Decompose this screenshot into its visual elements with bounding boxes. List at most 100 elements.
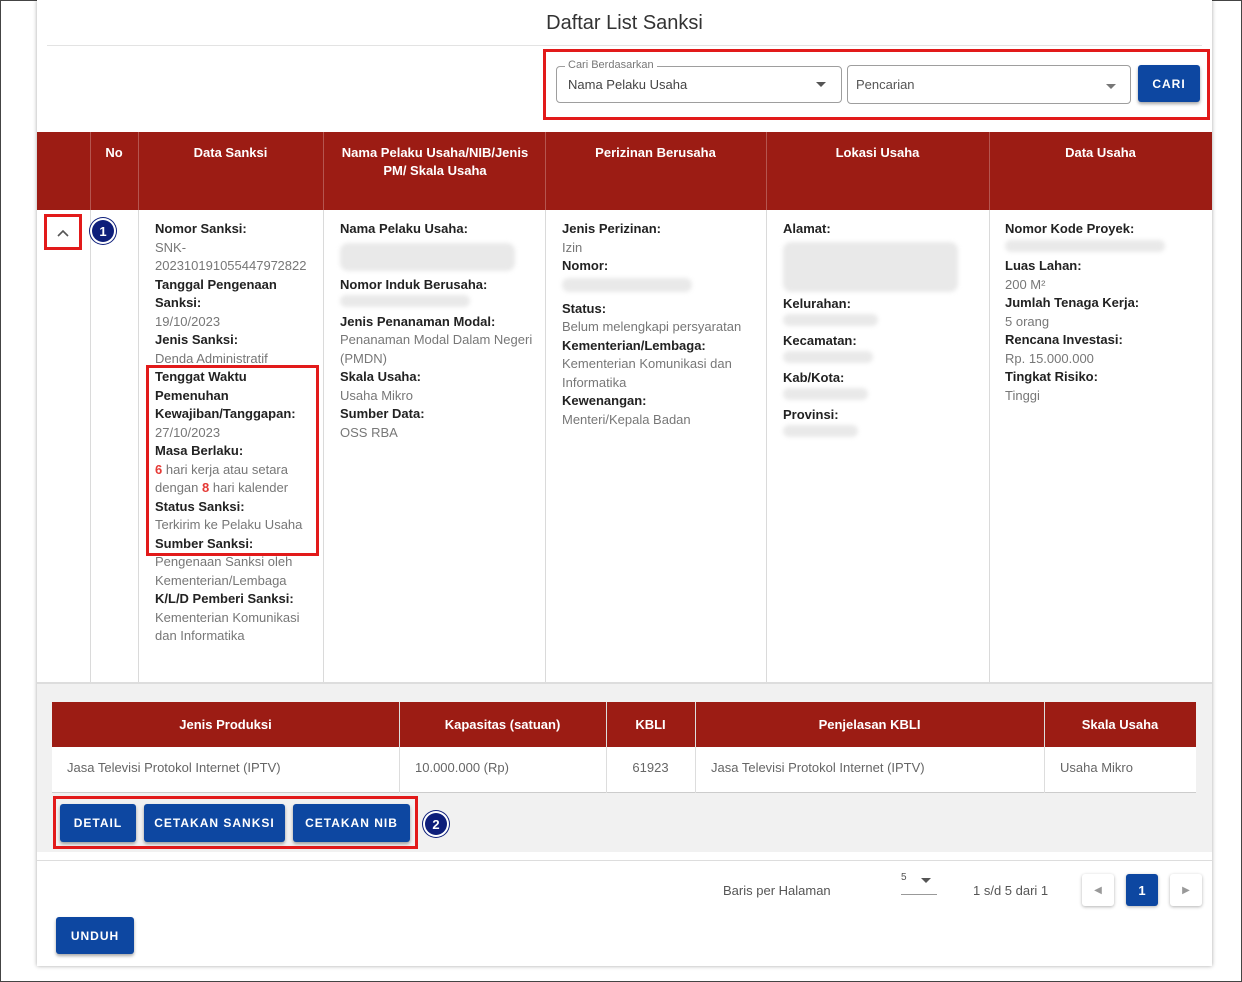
cetakan-sanksi-button[interactable]: CETAKAN SANKSI: [144, 804, 285, 842]
jenis-perizinan-value: Izin: [562, 239, 583, 255]
chevron-left-icon: ◀: [1094, 884, 1102, 896]
title-divider: [47, 45, 1202, 46]
rows-per-page-select[interactable]: 5: [901, 872, 937, 895]
luas-lahan-value: 200 M²: [1005, 276, 1046, 292]
page-1-button[interactable]: 1: [1126, 874, 1158, 906]
prev-page-button[interactable]: ◀: [1082, 874, 1114, 906]
pelaku-cell: Nama Pelaku Usaha: Nomor Induk Berusaha:…: [340, 220, 540, 442]
page-title: Daftar List Sanksi: [546, 12, 703, 34]
column-divider: [323, 210, 324, 682]
produk-header-kbli: KBLI: [635, 717, 666, 732]
produk-divider: [606, 702, 607, 793]
chevron-right-icon: ▶: [1182, 884, 1190, 896]
produk-header-kapasitas: Kapasitas (satuan): [444, 717, 561, 732]
data-usaha-cell: Nomor Kode Proyek: Luas Lahan: 200 M² Ju…: [1005, 220, 1205, 405]
chevron-down-icon: [816, 82, 826, 87]
status-perizinan-label: Status:: [562, 300, 607, 316]
tingkat-risiko-value: Tinggi: [1005, 387, 1040, 403]
kabkota-redacted: [783, 387, 979, 406]
header-data-usaha: Data Usaha: [1065, 145, 1136, 160]
sumber-data-value: OSS RBA: [340, 424, 398, 440]
header-perizinan: Perizinan Berusaha: [595, 145, 716, 160]
alamat-redacted: [783, 239, 979, 295]
kode-proyek-label: Nomor Kode Proyek:: [1005, 221, 1135, 236]
kewenangan-value: Menteri/Kepala Badan: [562, 411, 691, 427]
produk-divider: [1044, 702, 1045, 793]
produk-jenis-value: Jasa Televisi Protokol Internet (IPTV): [67, 760, 281, 775]
kecamatan-label: Kecamatan:: [783, 332, 857, 348]
column-divider: [138, 210, 139, 682]
search-by-value: Nama Pelaku Usaha: [568, 77, 688, 92]
produk-skala-value: Usaha Mikro: [1060, 760, 1133, 775]
tenaga-kerja-label: Jumlah Tenaga Kerja:: [1005, 295, 1140, 310]
skala-usaha-value: Usaha Mikro: [340, 387, 413, 403]
produk-divider: [695, 702, 696, 793]
header-lokasi: Lokasi Usaha: [835, 145, 920, 160]
kabkota-label: Kab/Kota:: [783, 369, 845, 385]
provinsi-label: Provinsi:: [783, 406, 839, 422]
column-divider: [766, 210, 767, 682]
rencana-investasi-label: Rencana Investasi:: [1005, 332, 1123, 347]
detail-button[interactable]: DETAIL: [60, 804, 136, 842]
kelurahan-redacted: [783, 313, 979, 332]
nomor-sanksi-label: Nomor Sanksi:: [155, 221, 247, 236]
chevron-down-icon: [1106, 84, 1116, 89]
tingkat-risiko-label: Tingkat Risiko:: [1005, 369, 1098, 384]
nomor-perizinan-label: Nomor:: [562, 258, 609, 273]
pagination-range: 1 s/d 5 dari 1: [973, 883, 1049, 898]
search-button[interactable]: CARI: [1138, 65, 1200, 102]
produk-header-skala: Skala Usaha: [1081, 717, 1159, 732]
status-perizinan-value: Belum melengkapi persyaratan: [562, 319, 742, 334]
nomor-perizinan-redacted: [562, 276, 758, 300]
search-by-legend: Cari Berdasarkan: [565, 59, 657, 71]
rows-per-page-value: 5: [901, 872, 907, 883]
nama-pelaku-redacted: [340, 239, 540, 276]
produk-kbli-value: 61923: [632, 760, 669, 775]
nama-pelaku-label: Nama Pelaku Usaha:: [340, 221, 468, 236]
luas-lahan-label: Luas Lahan:: [1005, 258, 1082, 273]
produk-divider: [399, 702, 400, 793]
chevron-up-icon: [57, 229, 69, 237]
skala-usaha-label: Skala Usaha:: [340, 369, 421, 384]
kecamatan-redacted: [783, 350, 979, 369]
tanggal-pengenaan-label: Tanggal Pengenaan Sanksi:: [155, 276, 277, 311]
perizinan-cell: Jenis Perizinan: Izin Nomor: Status: Bel…: [562, 220, 758, 429]
sumber-sanksi-value: Pengenaan Sanksi oleh Kementerian/Lembag…: [155, 554, 293, 588]
tanggal-pengenaan-value: 19/10/2023: [155, 313, 221, 329]
header-divider: [323, 132, 324, 210]
produk-header-jenis: Jenis Produksi: [179, 717, 272, 732]
header-nama-pelaku: Nama Pelaku Usaha/NIB/Jenis PM/ Skala Us…: [341, 145, 529, 178]
kode-proyek-redacted: [1005, 239, 1205, 258]
footer-divider: [37, 860, 1212, 861]
column-divider: [989, 210, 990, 682]
cetakan-nib-button[interactable]: CETAKAN NIB: [293, 804, 410, 842]
step-badge-2: 2: [425, 813, 447, 835]
kementerian-lembaga-value: Kementerian Komunikasi dan Informatika: [562, 356, 732, 390]
provinsi-redacted: [783, 424, 979, 443]
nib-label: Nomor Induk Berusaha:: [340, 276, 488, 292]
alamat-label: Alamat:: [783, 221, 831, 236]
column-divider: [545, 210, 546, 682]
kld-pemberi-label: K/L/D Pemberi Sanksi:: [155, 591, 294, 606]
nomor-sanksi-value-cont: 20231019105544797 2822: [155, 258, 307, 273]
jenis-sanksi-label: Jenis Sanksi:: [155, 332, 239, 347]
produk-header-penjelasan: Penjelasan KBLI: [818, 717, 921, 732]
kementerian-lembaga-label: Kementerian/Lembaga:: [562, 337, 706, 353]
kewenangan-label: Kewenangan:: [562, 393, 647, 408]
tenggat-highlight-box: [146, 365, 319, 556]
next-page-button[interactable]: ▶: [1170, 874, 1202, 906]
jenis-perizinan-label: Jenis Perizinan:: [562, 221, 661, 236]
nib-redacted: [340, 294, 540, 313]
sumber-data-label: Sumber Data:: [340, 406, 425, 421]
search-query-value: Pencarian: [856, 77, 915, 92]
lokasi-cell: Alamat: Kelurahan: Kecamatan: Kab/Kota: …: [783, 220, 979, 443]
column-divider: [90, 210, 91, 682]
jenis-pm-value: Penanaman Modal Dalam Negeri (PMDN): [340, 332, 533, 366]
collapse-row-button[interactable]: [50, 221, 76, 245]
nomor-sanksi-value: SNK-: [155, 239, 187, 255]
tenaga-kerja-value: 5 orang: [1005, 313, 1050, 329]
header-data-sanksi: Data Sanksi: [193, 145, 268, 160]
rows-per-page-label: Baris per Halaman: [723, 883, 831, 898]
download-button[interactable]: UNDUH: [56, 917, 134, 954]
jenis-pm-label: Jenis Penanaman Modal:: [340, 313, 496, 329]
